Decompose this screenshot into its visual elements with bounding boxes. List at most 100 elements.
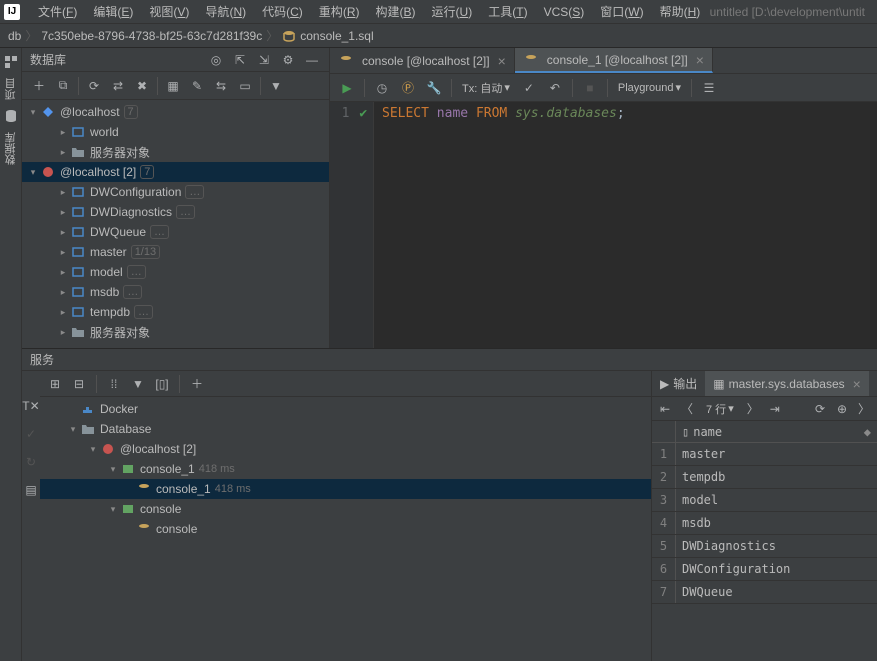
menu-run[interactable]: 运行(U): [424, 3, 481, 20]
rollback-icon[interactable]: ↶: [544, 77, 566, 99]
last-page-icon[interactable]: ⇥: [768, 402, 782, 416]
collapse-icon[interactable]: ⇲: [255, 51, 273, 69]
service-database[interactable]: Database: [40, 419, 651, 439]
settings-icon[interactable]: ☰: [698, 77, 720, 99]
stop-icon[interactable]: ■: [579, 77, 601, 99]
filter-icon[interactable]: ▼: [129, 375, 147, 393]
database-strip-icon[interactable]: [3, 108, 19, 124]
console-icon[interactable]: ▭: [234, 75, 256, 97]
cell-value[interactable]: DWDiagnostics: [676, 539, 877, 553]
refresh-icon[interactable]: ⟳: [83, 75, 105, 97]
explain-icon[interactable]: Ⓟ: [397, 77, 419, 99]
left-tab-database[interactable]: 数据库: [3, 126, 19, 171]
chevron-down-icon[interactable]: [106, 504, 120, 515]
commit-icon[interactable]: ✓: [518, 77, 540, 99]
rows-count[interactable]: 7 行 ▾: [702, 401, 738, 417]
crumb-root[interactable]: db: [8, 29, 21, 43]
service-console1[interactable]: console_1 418 ms: [40, 459, 651, 479]
cell-value[interactable]: msdb: [676, 516, 877, 530]
project-strip-icon[interactable]: [3, 54, 19, 70]
history-icon[interactable]: ◷: [371, 77, 393, 99]
tree-host-1[interactable]: @localhost 7: [22, 102, 329, 122]
hide-icon[interactable]: —: [303, 51, 321, 69]
chevron-down-icon[interactable]: [26, 167, 40, 178]
tree-database-item[interactable]: DWQueue…: [22, 222, 329, 242]
table-row[interactable]: 1master: [652, 443, 877, 466]
collapse-all-icon[interactable]: ⊟: [70, 375, 88, 393]
menu-view[interactable]: 视图(V): [141, 3, 197, 20]
editor-tab-console1[interactable]: console_1 [@localhost [2]] ×: [515, 48, 713, 73]
run-icon[interactable]: ▶: [336, 77, 358, 99]
gear-icon[interactable]: ⚙: [279, 51, 297, 69]
close-icon[interactable]: ×: [853, 376, 861, 392]
tree-server-objects[interactable]: 服务器对象: [22, 142, 329, 162]
cell-value[interactable]: master: [676, 447, 877, 461]
code-editor[interactable]: 1 ✔ SELECT name FROM sys.databases;: [330, 102, 877, 348]
crumb-folder[interactable]: 7c350ebe-8796-4738-bf25-63c7d281f39c: [41, 29, 262, 43]
tree-database-item[interactable]: model…: [22, 262, 329, 282]
close-icon[interactable]: ×: [696, 52, 704, 68]
add-service-icon[interactable]: ＋: [188, 375, 206, 393]
chevron-down-icon[interactable]: [26, 107, 40, 118]
expand-all-icon[interactable]: ⊞: [46, 375, 64, 393]
menu-build[interactable]: 构建(B): [367, 3, 423, 20]
service-console1-result[interactable]: console_1 418 ms: [40, 479, 651, 499]
edit-icon[interactable]: ✎: [186, 75, 208, 97]
chevron-down-icon[interactable]: [106, 464, 120, 475]
add-icon[interactable]: ＋: [28, 75, 50, 97]
check-icon[interactable]: ✓: [22, 425, 40, 443]
menu-help[interactable]: 帮助(H): [652, 3, 709, 20]
menu-edit[interactable]: 编辑(E): [85, 3, 141, 20]
table-row[interactable]: 4msdb: [652, 512, 877, 535]
table-row[interactable]: 5DWDiagnostics: [652, 535, 877, 558]
chevron-right-icon[interactable]: [56, 127, 70, 138]
first-page-icon[interactable]: ⇤: [658, 402, 672, 416]
chevron-down-icon[interactable]: [86, 444, 100, 455]
chevron-right-icon[interactable]: [56, 227, 70, 238]
data-tab[interactable]: ▦ master.sys.databases ×: [705, 371, 869, 396]
menu-code[interactable]: 代码(C): [254, 3, 311, 20]
view-icon[interactable]: [▯]: [153, 375, 171, 393]
column-header-name[interactable]: ▯ name ◆: [676, 425, 877, 439]
filter-text-icon[interactable]: T✕: [22, 397, 40, 415]
menu-vcs[interactable]: VCS(S): [536, 5, 593, 19]
close-icon[interactable]: ×: [498, 53, 506, 69]
table-row[interactable]: 3model: [652, 489, 877, 512]
reload-icon[interactable]: ⟳: [813, 402, 827, 416]
chevron-right-icon[interactable]: [56, 187, 70, 198]
session-dropdown[interactable]: Playground ▾: [614, 81, 685, 94]
chevron-right-icon[interactable]: [56, 327, 70, 338]
chevron-right-icon[interactable]: [56, 207, 70, 218]
tree-database-item[interactable]: tempdb…: [22, 302, 329, 322]
cell-value[interactable]: DWConfiguration: [676, 562, 877, 576]
table-row[interactable]: 2tempdb: [652, 466, 877, 489]
tree-database-item[interactable]: master1/13: [22, 242, 329, 262]
group-icon[interactable]: ⁞⁞: [105, 375, 123, 393]
crumb-file[interactable]: console_1.sql: [282, 29, 373, 43]
chevron-right-icon[interactable]: [56, 267, 70, 278]
sort-icon[interactable]: ◆: [864, 425, 871, 439]
tree-host-2[interactable]: @localhost [2] 7: [22, 162, 329, 182]
tree-database-item[interactable]: msdb…: [22, 282, 329, 302]
cell-value[interactable]: tempdb: [676, 470, 877, 484]
menu-window[interactable]: 窗口(W): [592, 3, 651, 20]
table-icon[interactable]: ▦: [162, 75, 184, 97]
cell-value[interactable]: model: [676, 493, 877, 507]
menu-refactor[interactable]: 重构(R): [311, 3, 368, 20]
editor-tab-console[interactable]: console [@localhost [2]] ×: [330, 48, 515, 73]
service-docker[interactable]: Docker: [40, 399, 651, 419]
chevron-right-icon[interactable]: [56, 247, 70, 258]
table-row[interactable]: 6DWConfiguration: [652, 558, 877, 581]
left-tab-project[interactable]: 项目: [3, 72, 19, 106]
cell-value[interactable]: DWQueue: [676, 585, 877, 599]
next-page-icon[interactable]: 〉: [746, 400, 760, 417]
stop-sync-icon[interactable]: ✖: [131, 75, 153, 97]
table-row[interactable]: 7DWQueue: [652, 581, 877, 604]
code-line[interactable]: SELECT name FROM sys.databases;: [374, 102, 633, 348]
chevron-right-icon[interactable]: 〉: [857, 400, 871, 417]
chevron-right-icon[interactable]: [56, 307, 70, 318]
filter-icon[interactable]: ▼: [265, 75, 287, 97]
tree-database-item[interactable]: DWDiagnostics…: [22, 202, 329, 222]
table-corner[interactable]: [652, 421, 676, 442]
service-console[interactable]: console: [40, 499, 651, 519]
